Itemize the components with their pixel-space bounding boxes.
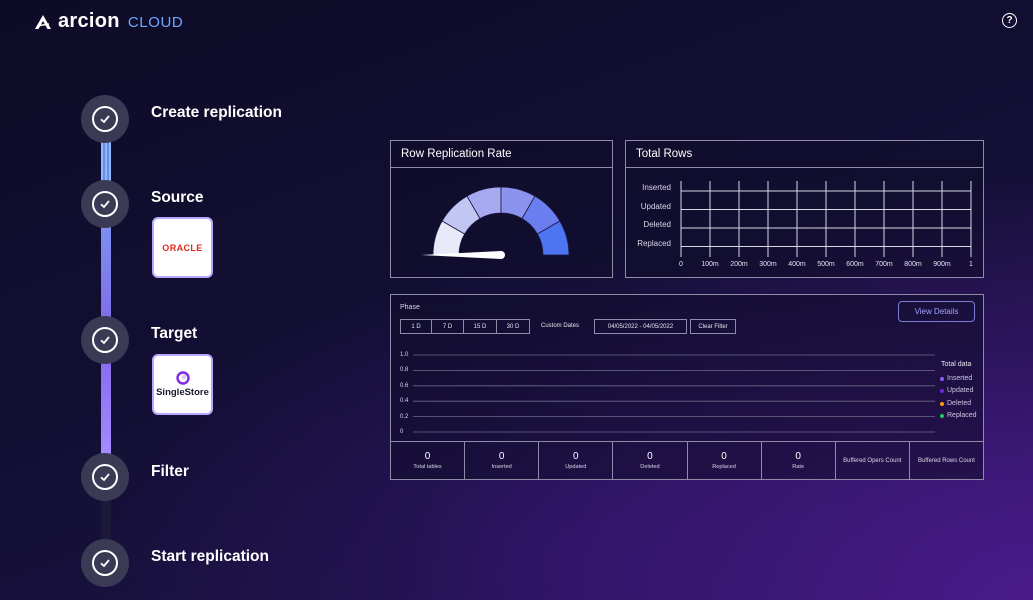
date-range-field[interactable]: 04/05/2022 - 04/05/2022 bbox=[594, 319, 687, 334]
stat-updated: 0 Updated bbox=[539, 442, 614, 479]
legend-replaced: Replaced bbox=[940, 412, 977, 419]
check-icon bbox=[92, 191, 118, 217]
panel-title: Total Rows bbox=[626, 141, 983, 168]
x-tick: 100m bbox=[701, 261, 719, 268]
y-tick: 0.8 bbox=[400, 367, 409, 373]
step-label-create-replication: Create replication bbox=[151, 104, 282, 121]
range-30d-button[interactable]: 30 D bbox=[496, 319, 530, 334]
source-oracle-card[interactable]: ORACLE bbox=[152, 217, 213, 278]
total-rows-row-labels: Inserted Updated Deleted Replaced bbox=[626, 183, 671, 257]
legend-updated: Updated bbox=[940, 387, 973, 394]
stat-buffered-rows-count: Buffered Rows Count bbox=[917, 457, 975, 464]
y-tick: 0.2 bbox=[400, 414, 409, 420]
check-icon bbox=[92, 550, 118, 576]
rate-gauge bbox=[421, 186, 570, 259]
logo: arcion CLOUD bbox=[34, 10, 183, 33]
oracle-logo-text: ORACLE bbox=[162, 242, 203, 253]
x-tick: 600m bbox=[846, 261, 864, 268]
x-tick: 0 bbox=[679, 261, 683, 268]
stat-rate: 0 Rate bbox=[762, 442, 836, 479]
stat-replaced: 0 Replaced bbox=[688, 442, 762, 479]
step-label-target: Target bbox=[151, 325, 198, 342]
total-rows-x-axis: 0 100m 200m 300m 400m 500m 600m 700m 800m 900m 1 bbox=[679, 261, 973, 271]
x-tick: 800m bbox=[904, 261, 922, 268]
stats-row: 0 Total tables 0 Inserted 0 Updated 0 Delete… bbox=[391, 441, 983, 479]
view-details-button[interactable]: View Details bbox=[898, 301, 975, 322]
legend-title: Total data bbox=[941, 361, 972, 368]
logo-cloud: CLOUD bbox=[127, 14, 184, 31]
x-tick: 400m bbox=[788, 261, 806, 268]
step-source[interactable] bbox=[81, 180, 129, 228]
help-icon[interactable]: ? bbox=[1002, 13, 1017, 28]
stat-inserted: 0 Inserted bbox=[465, 442, 540, 479]
total-rows-panel: Total Rows Inserted Updated Deleted Repl… bbox=[625, 140, 984, 278]
y-tick: 0.4 bbox=[400, 398, 409, 404]
x-tick: 700m bbox=[875, 261, 893, 268]
x-tick: 200m bbox=[730, 261, 748, 268]
stat-buffered-opers-count: Buffered Opers Count bbox=[836, 442, 910, 479]
row-label: Inserted bbox=[642, 183, 671, 192]
stepper-rail-4 bbox=[101, 500, 111, 544]
stepper-rail-3 bbox=[101, 362, 111, 458]
y-tick: 0.6 bbox=[400, 383, 409, 389]
row-replication-rate-panel: Row Replication Rate bbox=[390, 140, 613, 278]
row-label: Replaced bbox=[637, 238, 671, 248]
stepper-rail-1 bbox=[101, 140, 111, 184]
step-create-replication[interactable] bbox=[81, 95, 129, 143]
step-target[interactable] bbox=[81, 316, 129, 364]
phase-panel: Phase 1 D 7 D 15 D 30 D Custom Dates 04/… bbox=[390, 294, 984, 480]
x-tick: 300m bbox=[759, 261, 777, 268]
x-tick: 500m bbox=[817, 261, 835, 268]
x-tick: 900m bbox=[933, 261, 951, 268]
check-icon bbox=[92, 106, 118, 132]
gauge-needle-hub bbox=[497, 251, 505, 259]
stat-deleted: 0 Deleted bbox=[613, 442, 688, 479]
help-glyph: ? bbox=[1006, 15, 1013, 26]
legend-deleted: Deleted bbox=[940, 400, 971, 407]
step-filter[interactable] bbox=[81, 453, 129, 501]
arcion-logo-icon bbox=[35, 14, 51, 29]
legend-inserted: Inserted bbox=[940, 375, 972, 382]
check-icon bbox=[92, 327, 118, 353]
step-label-start-replication: Start replication bbox=[151, 548, 269, 565]
logo-word: arcion bbox=[58, 10, 120, 32]
singlestore-logo-text: SingleStore bbox=[156, 387, 209, 398]
check-icon bbox=[92, 464, 118, 490]
custom-dates-label: Custom Dates bbox=[541, 323, 580, 329]
total-rows-grid bbox=[680, 181, 972, 257]
x-tick: 1 bbox=[969, 261, 973, 268]
stepper-rail-2 bbox=[101, 226, 111, 322]
clear-filter-button[interactable]: Clear Filter bbox=[690, 319, 736, 334]
y-tick: 1.0 bbox=[400, 352, 409, 358]
row-label: Updated bbox=[640, 201, 671, 211]
range-15d-button[interactable]: 15 D bbox=[463, 319, 497, 334]
step-label-source: Source bbox=[151, 189, 204, 206]
row-label: Deleted bbox=[643, 220, 671, 229]
range-1d-button[interactable]: 1 D bbox=[400, 319, 432, 334]
stat-total-tables: 0 Total tables bbox=[391, 442, 466, 479]
target-singlestore-card[interactable]: SingleStore bbox=[152, 354, 213, 415]
y-tick: 0 bbox=[400, 429, 404, 435]
step-label-filter: Filter bbox=[151, 463, 189, 480]
phase-chart-gridlines bbox=[413, 354, 935, 433]
panel-title: Row Replication Rate bbox=[391, 141, 612, 168]
range-7d-button[interactable]: 7 D bbox=[431, 319, 464, 334]
phase-label: Phase bbox=[400, 304, 420, 311]
step-start-replication[interactable] bbox=[81, 539, 129, 587]
singlestore-logo-icon bbox=[175, 371, 190, 385]
